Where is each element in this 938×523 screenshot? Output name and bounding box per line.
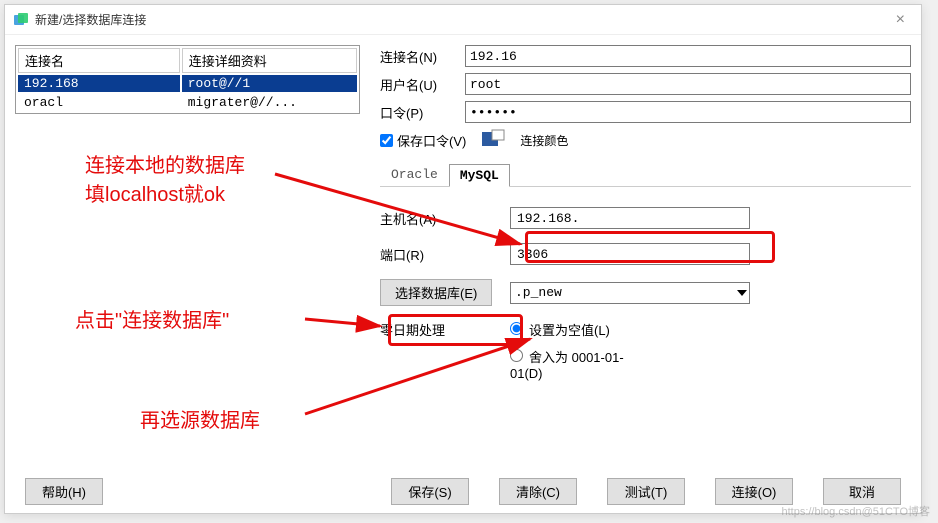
zero-date-label: 零日期处理 [380, 320, 510, 339]
mysql-panel: 主机名(A) 端口(R) 选择数据库(E) .p_new [380, 186, 911, 389]
combo-value: .p_new [515, 285, 562, 300]
db-type-tabs: Oracle MySQL [380, 163, 911, 186]
col-conn-name[interactable]: 连接名 [18, 48, 180, 73]
cancel-button[interactable]: 取消 [823, 478, 901, 505]
username-label: 用户名(U) [380, 75, 465, 94]
cell-detail: root@//1 [182, 75, 357, 92]
cell-name: oracl [18, 94, 180, 111]
cell-detail: migrater@//... [182, 94, 357, 111]
help-button[interactable]: 帮助(H) [25, 478, 103, 505]
password-input[interactable] [465, 101, 911, 123]
table-row[interactable]: oracl migrater@//... [18, 94, 357, 111]
dialog-footer: 帮助(H) 保存(S) 清除(C) 测试(T) 连接(O) 取消 [5, 478, 921, 505]
connections-panel: 连接名 连接详细资料 192.168 root@//1 oracl migrat… [15, 45, 360, 455]
form-panel: 连接名(N) 用户名(U) 口令(P) 保存口令(V) 连接颜色 [360, 45, 911, 455]
dialog-window: 新建/选择数据库连接 × 连接名 连接详细资料 192.168 root@//1 [4, 4, 922, 514]
col-conn-detail[interactable]: 连接详细资料 [182, 48, 357, 73]
connection-table: 连接名 连接详细资料 192.168 root@//1 oracl migrat… [15, 45, 360, 114]
cell-name: 192.168 [18, 75, 180, 92]
window-title: 新建/选择数据库连接 [35, 11, 888, 28]
color-picker-icon[interactable] [480, 129, 506, 151]
table-row[interactable]: 192.168 root@//1 [18, 75, 357, 92]
close-icon[interactable]: × [888, 9, 913, 31]
save-password-checkbox[interactable]: 保存口令(V) [380, 131, 466, 150]
chevron-down-icon [737, 290, 747, 296]
select-db-button[interactable]: 选择数据库(E) [380, 279, 492, 306]
watermark: https://blog.csdn@51CTO博客 [781, 503, 930, 519]
database-combo[interactable]: .p_new [510, 282, 750, 304]
conn-name-label: 连接名(N) [380, 47, 465, 66]
titlebar: 新建/选择数据库连接 × [5, 5, 921, 35]
conn-name-input[interactable] [465, 45, 911, 67]
save-button[interactable]: 保存(S) [391, 478, 469, 505]
host-label: 主机名(A) [380, 209, 510, 228]
connect-button[interactable]: 连接(O) [715, 478, 793, 505]
clear-button[interactable]: 清除(C) [499, 478, 577, 505]
color-label: 连接颜色 [520, 132, 568, 149]
radio-round[interactable]: 舍入为 0001-01-01(D) [510, 347, 640, 381]
port-input[interactable] [510, 243, 750, 265]
radio-null[interactable]: 设置为空值(L) [510, 320, 640, 339]
host-input[interactable] [510, 207, 750, 229]
username-input[interactable] [465, 73, 911, 95]
save-pw-check[interactable] [380, 134, 393, 147]
test-button[interactable]: 测试(T) [607, 478, 685, 505]
tab-oracle[interactable]: Oracle [380, 163, 449, 186]
tab-mysql[interactable]: MySQL [449, 164, 510, 187]
app-icon [13, 12, 29, 28]
password-label: 口令(P) [380, 103, 465, 122]
zero-date-radios: 设置为空值(L) 舍入为 0001-01-01(D) [510, 320, 640, 389]
port-label: 端口(R) [380, 245, 510, 264]
